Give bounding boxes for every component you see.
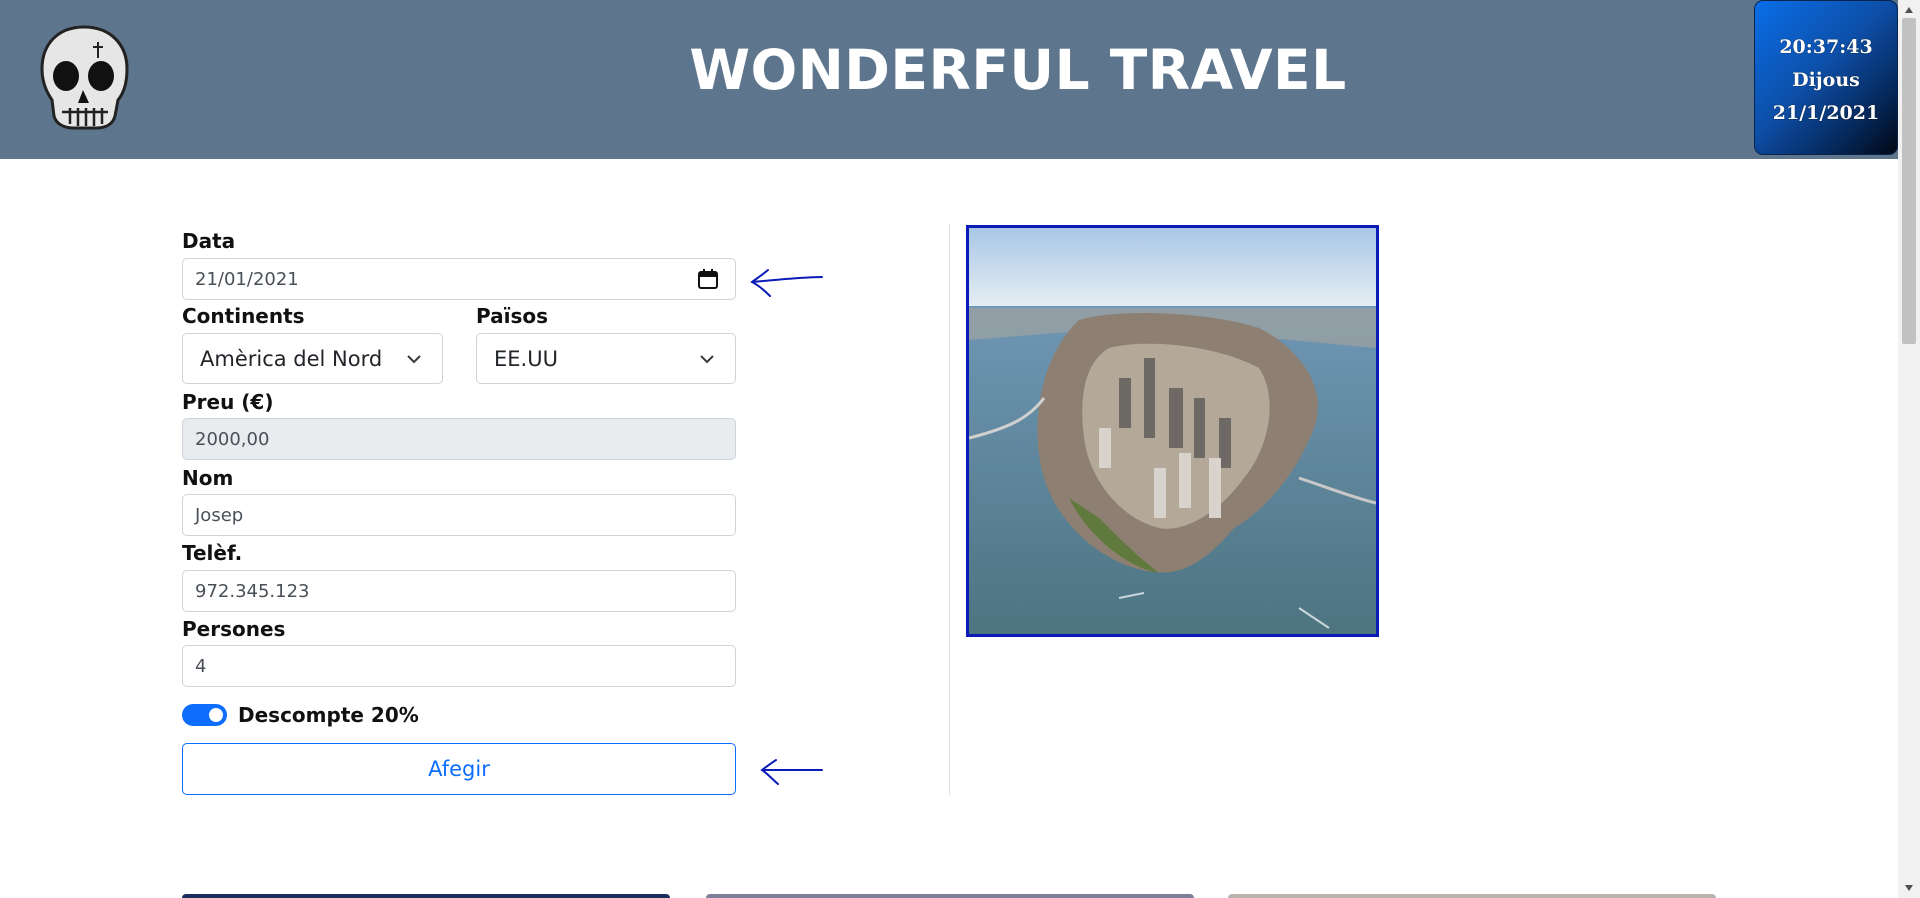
- column-divider: [949, 224, 950, 795]
- destination-photo: [966, 225, 1379, 637]
- city-aerial-image: [969, 228, 1376, 634]
- continents-selected: Amèrica del Nord: [200, 346, 383, 371]
- discount-toggle[interactable]: [182, 704, 227, 726]
- price-value: 2000,00: [195, 428, 270, 450]
- countries-select[interactable]: EE.UU: [476, 333, 736, 384]
- phone-label: Telèf.: [182, 541, 243, 565]
- name-value: Josep: [195, 504, 244, 526]
- price-label: Preu (€): [182, 390, 274, 414]
- continents-label: Continents: [182, 304, 305, 328]
- countries-label: Països: [476, 304, 549, 328]
- continents-select[interactable]: Amèrica del Nord: [182, 333, 443, 384]
- countries-selected: EE.UU: [494, 346, 558, 371]
- arrow-annotation-icon: [760, 759, 823, 785]
- calendar-icon[interactable]: [697, 268, 719, 290]
- site-title: WONDERFUL TRAVEL: [689, 38, 1347, 102]
- add-button[interactable]: Afegir: [182, 743, 736, 795]
- clock-weekday: Dijous: [1792, 69, 1860, 91]
- phone-value: 972.345.123: [195, 580, 310, 602]
- people-label: Persones: [182, 617, 286, 641]
- destination-card[interactable]: [182, 894, 670, 898]
- date-value: 21/01/2021: [195, 268, 299, 290]
- clock-widget: 20:37:43 Dijous 21/1/2021: [1754, 0, 1898, 155]
- clock-date: 21/1/2021: [1772, 102, 1880, 124]
- price-input: 2000,00: [182, 418, 736, 460]
- people-input[interactable]: 4: [182, 645, 736, 687]
- destination-card[interactable]: [1228, 894, 1716, 898]
- site-header: WONDERFUL TRAVEL 20:37:43 Dijous 21/1/20…: [0, 0, 1898, 159]
- date-label: Data: [182, 229, 236, 253]
- scroll-up-icon[interactable]: [1904, 6, 1914, 14]
- discount-label: Descompte 20%: [238, 703, 419, 727]
- people-value: 4: [195, 655, 207, 677]
- date-input[interactable]: 21/01/2021: [182, 258, 736, 300]
- chevron-down-icon: [407, 354, 421, 363]
- name-input[interactable]: Josep: [182, 494, 736, 536]
- arrow-annotation-icon: [750, 269, 823, 297]
- chevron-down-icon: [700, 354, 714, 363]
- name-label: Nom: [182, 466, 234, 490]
- destination-card[interactable]: [706, 894, 1194, 898]
- phone-input[interactable]: 972.345.123: [182, 570, 736, 612]
- clock-time: 20:37:43: [1779, 36, 1873, 58]
- scrollbar-thumb[interactable]: [1902, 18, 1916, 344]
- toggle-knob: [209, 708, 223, 722]
- scroll-down-icon[interactable]: [1904, 884, 1914, 892]
